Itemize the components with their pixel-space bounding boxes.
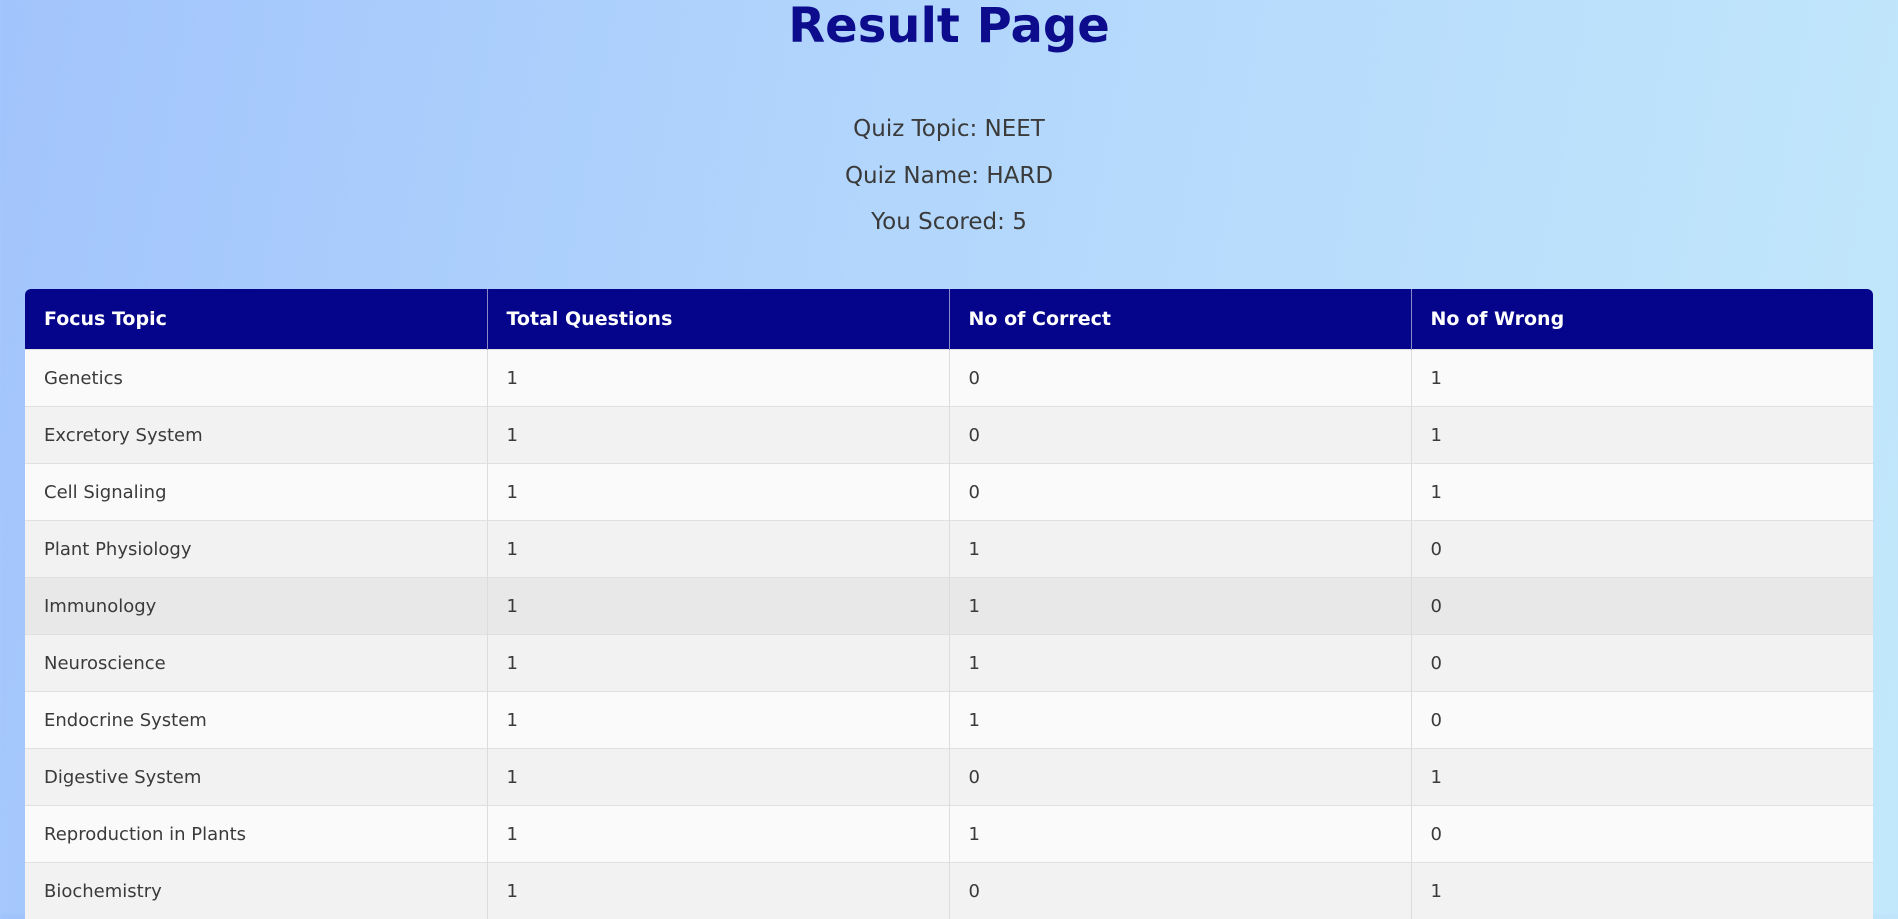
cell-focus-topic: Immunology (25, 578, 487, 635)
cell-total-questions: 1 (487, 521, 949, 578)
table-row: Plant Physiology 1 1 0 (25, 521, 1873, 578)
header-no-of-correct: No of Correct (949, 289, 1411, 350)
cell-correct: 0 (949, 863, 1411, 919)
table-row: Neuroscience 1 1 0 (25, 635, 1873, 692)
table-row: Biochemistry 1 0 1 (25, 863, 1873, 919)
table-row: Reproduction in Plants 1 1 0 (25, 806, 1873, 863)
cell-wrong: 0 (1411, 521, 1873, 578)
cell-focus-topic: Neuroscience (25, 635, 487, 692)
cell-total-questions: 1 (487, 749, 949, 806)
table-row: Cell Signaling 1 0 1 (25, 464, 1873, 521)
page-title: Result Page (0, 0, 1898, 54)
header-no-of-wrong: No of Wrong (1411, 289, 1873, 350)
table-row: Excretory System 1 0 1 (25, 407, 1873, 464)
cell-focus-topic: Cell Signaling (25, 464, 487, 521)
cell-correct: 1 (949, 521, 1411, 578)
cell-focus-topic: Digestive System (25, 749, 487, 806)
table-row: Digestive System 1 0 1 (25, 749, 1873, 806)
cell-correct: 0 (949, 350, 1411, 407)
table-row: Immunology 1 1 0 (25, 578, 1873, 635)
results-table: Focus Topic Total Questions No of Correc… (25, 289, 1873, 919)
header-total-questions: Total Questions (487, 289, 949, 350)
quiz-name: Quiz Name: HARD (0, 161, 1898, 191)
cell-correct: 1 (949, 806, 1411, 863)
cell-correct: 1 (949, 578, 1411, 635)
cell-correct: 0 (949, 464, 1411, 521)
cell-wrong: 0 (1411, 635, 1873, 692)
quiz-topic: Quiz Topic: NEET (0, 114, 1898, 144)
cell-focus-topic: Genetics (25, 350, 487, 407)
table-row: Genetics 1 0 1 (25, 350, 1873, 407)
cell-total-questions: 1 (487, 692, 949, 749)
cell-wrong: 1 (1411, 350, 1873, 407)
cell-total-questions: 1 (487, 350, 949, 407)
cell-wrong: 0 (1411, 806, 1873, 863)
cell-total-questions: 1 (487, 578, 949, 635)
cell-focus-topic: Excretory System (25, 407, 487, 464)
table-row: Endocrine System 1 1 0 (25, 692, 1873, 749)
table-header-row: Focus Topic Total Questions No of Correc… (25, 289, 1873, 350)
cell-correct: 1 (949, 635, 1411, 692)
cell-total-questions: 1 (487, 863, 949, 919)
results-table-container: Focus Topic Total Questions No of Correc… (25, 289, 1873, 919)
cell-wrong: 1 (1411, 464, 1873, 521)
cell-wrong: 1 (1411, 749, 1873, 806)
cell-focus-topic: Reproduction in Plants (25, 806, 487, 863)
cell-focus-topic: Endocrine System (25, 692, 487, 749)
cell-correct: 1 (949, 692, 1411, 749)
cell-total-questions: 1 (487, 635, 949, 692)
cell-correct: 0 (949, 407, 1411, 464)
cell-wrong: 0 (1411, 692, 1873, 749)
cell-focus-topic: Plant Physiology (25, 521, 487, 578)
quiz-score: You Scored: 5 (0, 207, 1898, 237)
header-focus-topic: Focus Topic (25, 289, 487, 350)
cell-wrong: 0 (1411, 578, 1873, 635)
cell-focus-topic: Biochemistry (25, 863, 487, 919)
cell-total-questions: 1 (487, 464, 949, 521)
cell-wrong: 1 (1411, 863, 1873, 919)
cell-total-questions: 1 (487, 806, 949, 863)
cell-correct: 0 (949, 749, 1411, 806)
cell-total-questions: 1 (487, 407, 949, 464)
cell-wrong: 1 (1411, 407, 1873, 464)
